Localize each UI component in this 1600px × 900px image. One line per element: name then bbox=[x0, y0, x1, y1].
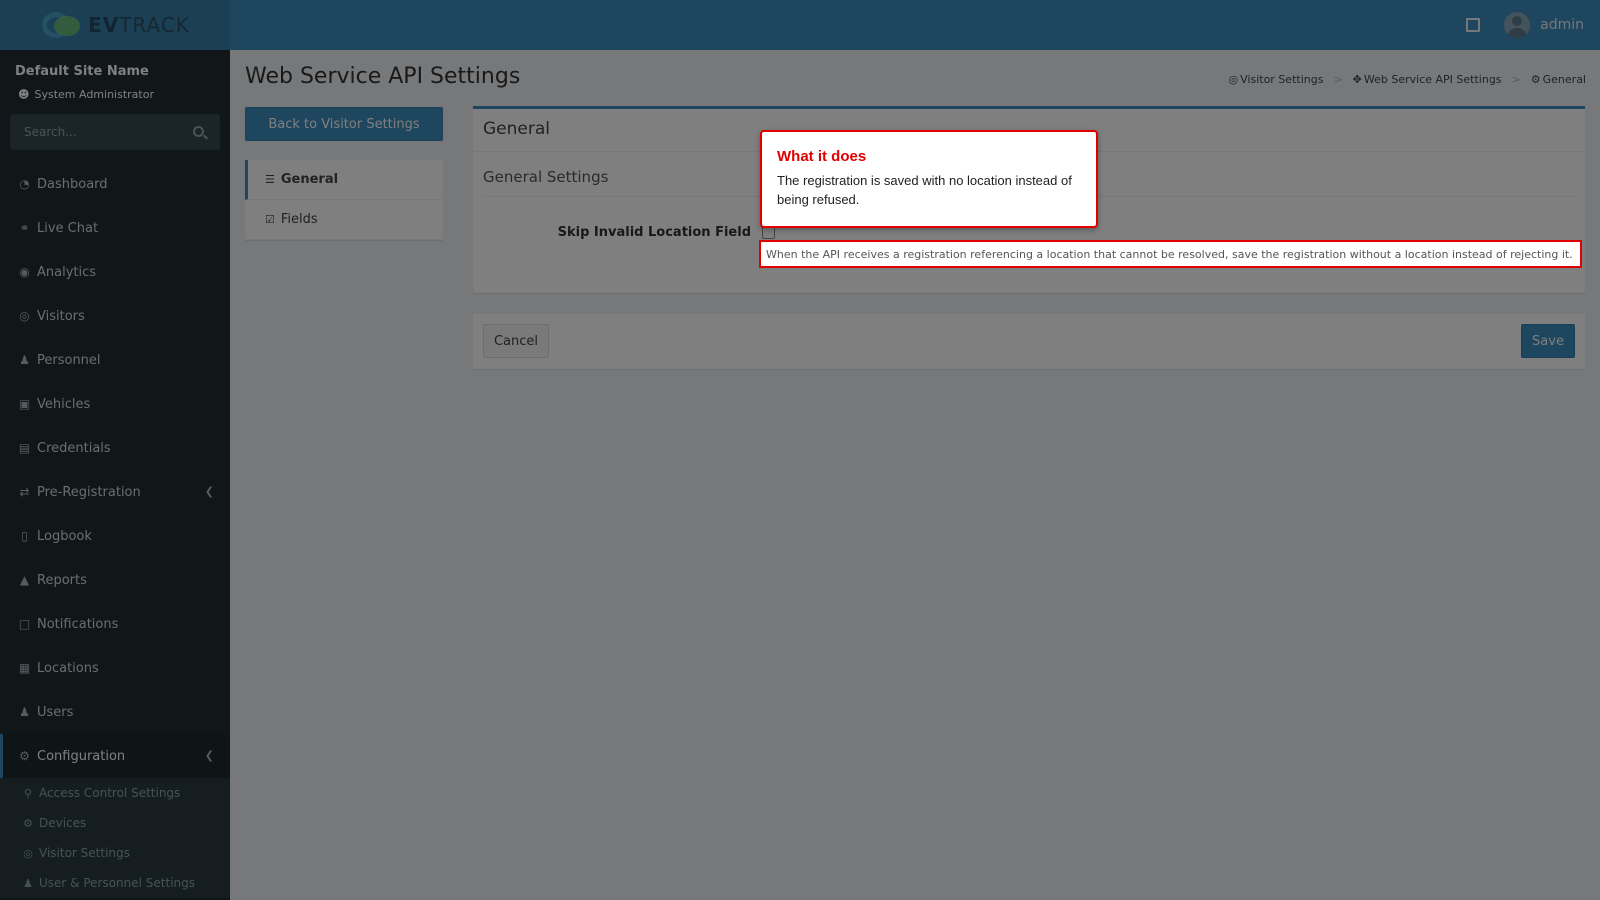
building-icon[interactable] bbox=[1466, 18, 1481, 32]
explanation-callout: What it does The registration is saved w… bbox=[760, 130, 1098, 228]
sidebar-subitem-devices[interactable]: ⚙ Devices bbox=[0, 808, 230, 838]
sidebar-item-dashboard[interactable]: ◔ Dashboard bbox=[0, 162, 230, 206]
breadcrumb-web-service[interactable]: ✥ Web Service API Settings bbox=[1353, 73, 1502, 86]
breadcrumb-visitor-settings[interactable]: ◎ Visitor Settings bbox=[1229, 73, 1324, 86]
breadcrumb: ◎ Visitor Settings > ✥ Web Service API Set… bbox=[1228, 73, 1586, 86]
configuration-submenu: ⚲ Access Control Settings ⚙ Devices ◎ Visit… bbox=[0, 778, 230, 898]
chevron-left-icon: ❮ bbox=[204, 749, 214, 762]
sidebar-item-visitors[interactable]: ◎ Visitors bbox=[0, 294, 230, 338]
skip-invalid-location-label: Skip Invalid Location Field bbox=[557, 225, 751, 240]
callout-body: The registration is saved with no locati… bbox=[777, 173, 1072, 207]
logo-icon bbox=[40, 10, 84, 40]
section-title: General Settings bbox=[483, 168, 609, 186]
gear-icon: ⚙ bbox=[23, 816, 33, 830]
sidebar-item-analytics[interactable]: ◉ Analytics bbox=[0, 250, 230, 294]
target-icon: ◉ bbox=[19, 264, 30, 279]
brand-logo[interactable]: EVTRACK bbox=[0, 0, 230, 50]
tab-general[interactable]: ☰ General bbox=[245, 160, 443, 200]
cog-icon: ⚙ bbox=[19, 748, 30, 763]
sidebar-item-vehicles[interactable]: ▣ Vehicles bbox=[0, 382, 230, 426]
user-gear-icon: ♟ bbox=[23, 876, 33, 890]
panel-title: General bbox=[483, 119, 550, 139]
chevron-left-icon: ❮ bbox=[204, 485, 214, 498]
sidebar: Default Site Name ☻ System Administrator … bbox=[0, 50, 230, 900]
eye-icon: ◎ bbox=[23, 846, 33, 860]
exchange-icon: ⇄ bbox=[19, 484, 30, 499]
arrows-icon: ✥ bbox=[1352, 73, 1362, 86]
page-title: Web Service API Settings bbox=[245, 64, 521, 89]
user-menu[interactable]: admin bbox=[1504, 12, 1584, 38]
dashboard-icon: ◔ bbox=[19, 176, 30, 191]
lock-icon: ⚲ bbox=[23, 786, 33, 800]
site-name: Default Site Name bbox=[15, 64, 149, 79]
user-tie-icon: ♟ bbox=[19, 352, 30, 367]
sidebar-subitem-user-personnel[interactable]: ♟ User & Personnel Settings bbox=[0, 868, 230, 898]
sidebar-subitem-visitor-settings[interactable]: ◎ Visitor Settings bbox=[0, 838, 230, 868]
sliders-icon: ☰ bbox=[265, 173, 275, 186]
sidebar-item-locations[interactable]: ▦ Locations bbox=[0, 646, 230, 690]
map-icon: ▦ bbox=[18, 660, 31, 675]
eye-icon: ◎ bbox=[1228, 73, 1239, 86]
id-badge-icon: ▤ bbox=[18, 440, 31, 455]
headset-icon: ⚭ bbox=[19, 220, 30, 235]
comments-icon: □ bbox=[18, 616, 31, 631]
logo-text: EVTRACK bbox=[88, 13, 190, 37]
user-role: ☻ System Administrator bbox=[18, 88, 154, 101]
sidebar-item-notifications[interactable]: □ Notifications bbox=[0, 602, 230, 646]
sidebar-item-personnel[interactable]: ♟ Personnel bbox=[0, 338, 230, 382]
sidebar-subitem-access-control[interactable]: ⚲ Access Control Settings bbox=[0, 778, 230, 808]
chart-icon: ▲ bbox=[19, 572, 30, 587]
gear-icon: ⚙ bbox=[1530, 73, 1541, 86]
user-icon: ☻ bbox=[18, 88, 30, 101]
tab-fields[interactable]: ☑ Fields bbox=[245, 200, 443, 240]
book-icon: ▯ bbox=[21, 528, 28, 543]
avatar bbox=[1504, 12, 1531, 38]
back-to-visitor-settings-button[interactable]: Back to Visitor Settings bbox=[245, 107, 443, 141]
sidebar-item-users[interactable]: ♟ Users bbox=[0, 690, 230, 734]
sidebar-search bbox=[10, 114, 220, 150]
eye-icon: ◎ bbox=[19, 308, 30, 323]
settings-tabs: ☰ General ☑ Fields bbox=[245, 160, 443, 240]
sidebar-item-configuration[interactable]: ⚙ Configuration ❮ bbox=[0, 734, 230, 778]
form-actions: Cancel Save bbox=[473, 314, 1585, 369]
save-button[interactable]: Save bbox=[1521, 324, 1575, 358]
cancel-button[interactable]: Cancel bbox=[483, 324, 549, 358]
field-help-text: When the API receives a registration ref… bbox=[759, 240, 1582, 268]
user-gear-icon: ♟ bbox=[19, 704, 30, 719]
sidebar-item-live-chat[interactable]: ⚭ Live Chat bbox=[0, 206, 230, 250]
car-icon: ▣ bbox=[18, 396, 31, 411]
callout-title: What it does bbox=[777, 148, 867, 165]
sidebar-item-pre-registration[interactable]: ⇄ Pre-Registration ❮ bbox=[0, 470, 230, 514]
sidebar-item-reports[interactable]: ▲ Reports bbox=[0, 558, 230, 602]
sidebar-item-logbook[interactable]: ▯ Logbook bbox=[0, 514, 230, 558]
checklist-icon: ☑ bbox=[265, 213, 275, 226]
search-icon[interactable] bbox=[193, 126, 204, 137]
sidebar-nav: ◔ Dashboard ⚭ Live Chat ◉ Analytics ◎ Visito… bbox=[0, 162, 230, 898]
top-navbar: EVTRACK admin bbox=[0, 0, 1600, 50]
search-input[interactable] bbox=[10, 114, 180, 150]
username: admin bbox=[1540, 17, 1584, 33]
sidebar-item-credentials[interactable]: ▤ Credentials bbox=[0, 426, 230, 470]
breadcrumb-general: ⚙ General bbox=[1530, 73, 1586, 86]
